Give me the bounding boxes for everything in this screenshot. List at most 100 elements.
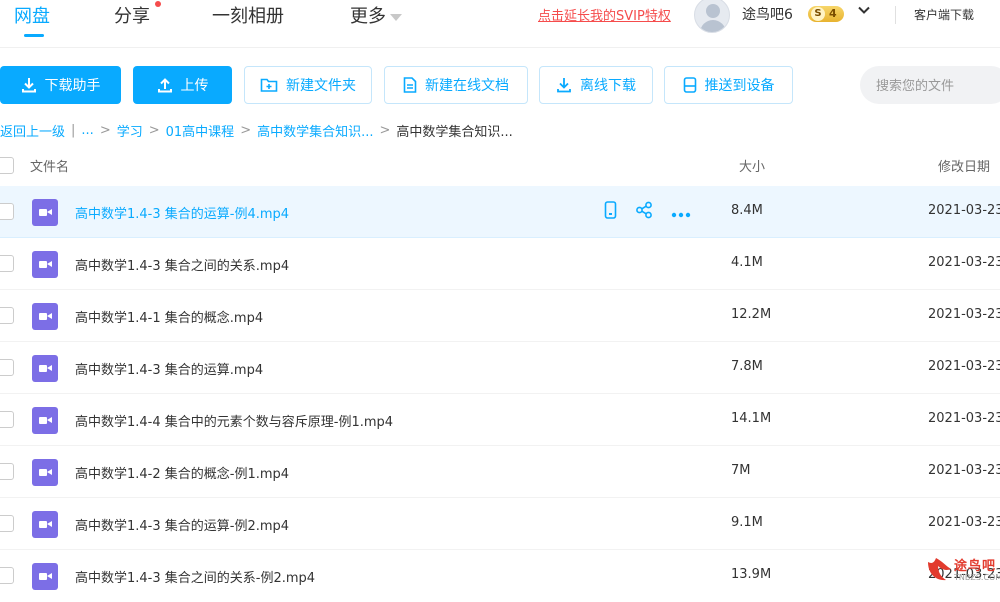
file-size: 7.8M [731, 359, 763, 374]
video-file-icon [32, 303, 58, 330]
push-to-device-button[interactable]: 推送到设备 [664, 66, 793, 104]
new-folder-icon [260, 78, 278, 92]
nav-more-label: 更多 [350, 6, 386, 27]
document-icon [403, 77, 417, 93]
nav-tab-more[interactable]: 更多 [350, 2, 402, 28]
avatar-head [706, 4, 720, 18]
file-size: 8.4M [731, 203, 763, 218]
phone-push-icon[interactable] [604, 201, 617, 223]
svip-renew-link[interactable]: 点击延长我的SVIP特权 [538, 5, 671, 24]
offline-download-button[interactable]: 离线下载 [539, 66, 653, 104]
svip-level-number: 4 [829, 7, 837, 20]
row-checkbox[interactable] [0, 567, 14, 584]
row-checkbox[interactable] [0, 255, 14, 272]
nav-tab-netdisk[interactable]: 网盘 [14, 2, 50, 28]
column-header-size[interactable]: 大小 [739, 156, 765, 175]
push-to-device-label: 推送到设备 [704, 78, 775, 94]
upload-button[interactable]: 上传 [133, 66, 232, 104]
row-checkbox[interactable] [0, 307, 14, 324]
table-row[interactable]: 高中数学1.4-1 集合的概念.mp4 12.2M 2021-03-23 [0, 290, 1000, 342]
file-table-header: 文件名 大小 修改日期 [0, 148, 1000, 182]
file-size: 4.1M [731, 255, 763, 270]
row-actions [604, 201, 691, 223]
more-options-icon[interactable] [671, 203, 691, 222]
offline-download-label: 离线下载 [580, 78, 636, 94]
file-date: 2021-03-23 [928, 463, 1000, 478]
file-name[interactable]: 高中数学1.4-3 集合之间的关系.mp4 [75, 255, 289, 274]
new-folder-label: 新建文件夹 [286, 78, 356, 94]
file-date: 2021-03-23 [928, 515, 1000, 530]
file-name[interactable]: 高中数学1.4-4 集合中的元素个数与容斥原理-例1.mp4 [75, 411, 393, 430]
nav-tab-share[interactable]: 分享 [114, 2, 150, 28]
svip-coin-icon: S [811, 7, 825, 21]
select-all-checkbox[interactable] [0, 157, 14, 174]
table-row[interactable]: 高中数学1.4-3 集合的运算.mp4 7.8M 2021-03-23 [0, 342, 1000, 394]
video-file-icon [32, 251, 58, 278]
table-row[interactable]: 高中数学1.4-4 集合中的元素个数与容斥原理-例1.mp4 14.1M 202… [0, 394, 1000, 446]
user-menu-chevron-icon[interactable] [858, 4, 870, 16]
video-file-icon [32, 511, 58, 538]
breadcrumb-separator: > [148, 123, 160, 138]
avatar[interactable] [694, 0, 730, 33]
file-name[interactable]: 高中数学1.4-3 集合的运算.mp4 [75, 359, 263, 378]
file-date: 2021-03-23 [928, 359, 1000, 374]
download-icon [21, 78, 36, 93]
table-row[interactable]: 高中数学1.4-3 集合之间的关系.mp4 4.1M 2021-03-23 [0, 238, 1000, 290]
table-row[interactable]: 高中数学1.4-3 集合的运算-例2.mp4 9.1M 2021-03-23 [0, 498, 1000, 550]
breadcrumb-item-math-set[interactable]: 高中数学集合知识... [257, 121, 373, 140]
file-date: 2021-03-23 [928, 411, 1000, 426]
row-checkbox[interactable] [0, 359, 14, 376]
file-size: 9.1M [731, 515, 763, 530]
file-name[interactable]: 高中数学1.4-3 集合的运算-例2.mp4 [75, 515, 289, 534]
file-name[interactable]: 高中数学1.4-2 集合的概念-例1.mp4 [75, 463, 289, 482]
share-notification-dot [155, 1, 161, 7]
column-header-name[interactable]: 文件名 [30, 156, 69, 175]
column-header-date[interactable]: 修改日期 [938, 156, 990, 175]
file-size: 14.1M [731, 411, 772, 426]
header-divider [895, 6, 896, 24]
new-online-doc-button[interactable]: 新建在线文档 [384, 66, 528, 104]
breadcrumb-ellipsis[interactable]: ... [81, 123, 93, 138]
username[interactable]: 途鸟吧6 [742, 4, 793, 24]
row-checkbox[interactable] [0, 463, 14, 480]
top-bar: 网盘 分享 一刻相册 更多 点击延长我的SVIP特权 途鸟吧6 S 4 客户端下… [0, 0, 1000, 48]
table-row[interactable]: 高中数学1.4-3 集合之间的关系-例2.mp4 13.9M 2021-03-2… [0, 550, 1000, 602]
file-name[interactable]: 高中数学1.4-3 集合之间的关系-例2.mp4 [75, 567, 315, 586]
table-row[interactable]: 高中数学1.4-2 集合的概念-例1.mp4 7M 2021-03-23 [0, 446, 1000, 498]
site-watermark-logo: 途鸟吧 TNBZS.COM [922, 552, 1000, 586]
new-folder-button[interactable]: 新建文件夹 [244, 66, 372, 104]
breadcrumb-item-highschool[interactable]: 01高中课程 [166, 121, 235, 140]
watermark-subtext: TNBZS.COM [954, 573, 1000, 582]
watermark-text: 途鸟吧 [954, 559, 997, 574]
breadcrumb-back[interactable]: 返回上一级 [0, 121, 65, 140]
breadcrumb-separator: | [71, 123, 76, 138]
new-online-doc-label: 新建在线文档 [425, 78, 509, 94]
share-icon[interactable] [635, 201, 653, 223]
file-name[interactable]: 高中数学1.4-3 集合的运算-例4.mp4 [75, 203, 289, 222]
chevron-down-icon [390, 13, 402, 21]
breadcrumb-separator: > [240, 123, 252, 138]
client-download-link[interactable]: 客户端下载 [914, 6, 974, 23]
row-checkbox[interactable] [0, 411, 14, 428]
file-date: 2021-03-23 [928, 307, 1000, 322]
upload-label: 上传 [180, 78, 209, 94]
table-row[interactable]: 高中数学1.4-3 集合的运算-例4.mp4 8.4M 2021-03-23 [0, 186, 1000, 238]
offline-download-icon [557, 78, 571, 93]
file-name[interactable]: 高中数学1.4-1 集合的概念.mp4 [75, 307, 263, 326]
device-icon [683, 77, 696, 93]
search-box [860, 66, 1000, 104]
download-helper-button[interactable]: 下载助手 [0, 66, 121, 104]
nav-tab-photo-album[interactable]: 一刻相册 [212, 2, 284, 28]
nav-active-underline [24, 34, 44, 37]
video-file-icon [32, 459, 58, 486]
row-checkbox[interactable] [0, 203, 14, 220]
download-helper-label: 下载助手 [44, 78, 101, 94]
breadcrumb-item-study[interactable]: 学习 [117, 121, 143, 140]
breadcrumb-separator: > [379, 123, 391, 138]
search-input[interactable] [876, 66, 1000, 104]
row-checkbox[interactable] [0, 515, 14, 532]
bird-logo-icon [928, 558, 951, 581]
video-file-icon [32, 407, 58, 434]
video-file-icon [32, 199, 58, 226]
breadcrumb: 返回上一级 |... > 学习 >01高中课程 > 高中数学集合知识... > 高中数学集合知识… [0, 121, 513, 140]
